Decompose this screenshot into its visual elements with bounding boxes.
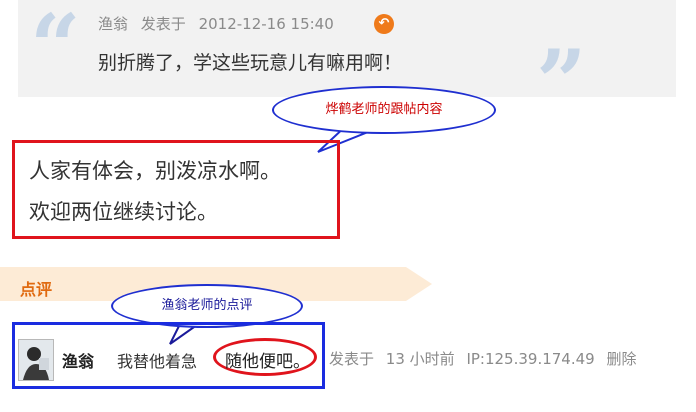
- reply-line-2: 欢迎两位继续讨论。: [29, 200, 218, 224]
- reply-line-1: 人家有体会，别泼凉水啊。: [29, 159, 281, 183]
- reply-annotation-bubble: 烨鹤老师的跟帖内容: [272, 86, 496, 134]
- comment-author[interactable]: 渔翁: [62, 348, 94, 372]
- close-quote-icon: ”: [536, 30, 587, 134]
- quote-timestamp: 2012-12-16 15:40: [198, 15, 334, 33]
- delete-link[interactable]: 删除: [606, 350, 636, 368]
- comment-ip: IP:125.39.174.49: [466, 350, 595, 368]
- quote-text: 别折腾了，学这些玩意儿有嘛用啊！: [98, 52, 403, 74]
- avatar[interactable]: [18, 339, 54, 381]
- comment-text-highlight: 随他便吧。: [225, 352, 310, 372]
- reply-content-box: 人家有体会，别泼凉水啊。 欢迎两位继续讨论。: [12, 140, 340, 239]
- comment-time-ago: 13 小时前: [385, 350, 455, 368]
- open-quote-icon: “: [30, 0, 81, 98]
- comment-header-label: 点评: [20, 280, 53, 299]
- comment-text-prefix: 我替他着急: [117, 352, 198, 371]
- quote-author[interactable]: 渔翁: [98, 15, 128, 33]
- comment-posted-label: 发表于: [329, 350, 375, 368]
- comment-meta: 发表于 13 小时前 IP:125.39.174.49 删除: [329, 348, 637, 369]
- quote-posted-label: 发表于: [140, 15, 186, 33]
- quote-meta: 渔翁 发表于 2012-12-16 15:40: [98, 13, 342, 34]
- reply-arrow-icon[interactable]: ↶: [374, 14, 394, 34]
- avatar-image: [19, 340, 53, 380]
